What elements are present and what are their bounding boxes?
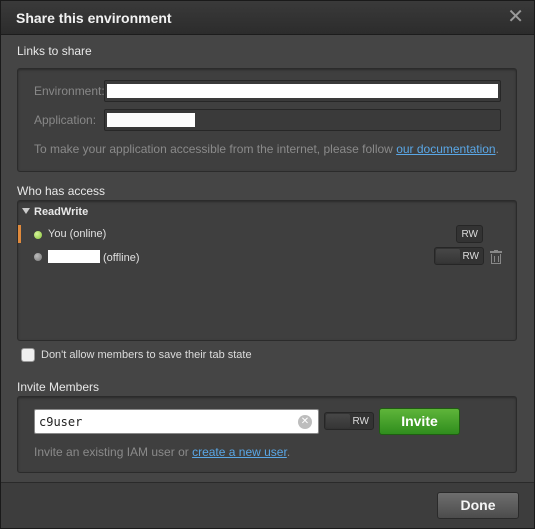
online-status-icon [34, 231, 42, 239]
toggle-knob [436, 249, 460, 263]
member-status-other: (offline) [103, 252, 140, 264]
close-icon[interactable]: ✕ [507, 7, 524, 27]
invite-permission-toggle[interactable]: RW [324, 412, 374, 430]
links-panel: Environment: Application: To make your a… [17, 68, 517, 172]
permission-toggle-other[interactable]: RW [434, 247, 484, 265]
documentation-link[interactable]: our documentation [396, 142, 495, 156]
invite-button[interactable]: Invite [379, 408, 460, 435]
tab-state-checkbox[interactable] [21, 348, 35, 362]
member-name-redacted [48, 250, 100, 263]
environment-label: Environment: [34, 84, 105, 98]
iam-hint-suffix: . [286, 445, 291, 459]
member-row-you[interactable]: You (online) RW [18, 225, 516, 245]
share-dialog: Share this environment ✕ Links to share … [0, 0, 535, 529]
active-row-marker [18, 225, 21, 243]
access-section-label: Who has access [17, 184, 106, 198]
invite-username-field[interactable]: ✕ [34, 409, 319, 434]
invite-section-label: Invite Members [17, 380, 100, 394]
environment-link-redacted [107, 84, 498, 98]
iam-hint-text: Invite an existing IAM user or [34, 445, 193, 459]
environment-link-field[interactable] [104, 80, 501, 102]
dialog-footer: Done [1, 482, 534, 528]
trash-icon[interactable] [490, 250, 502, 264]
clear-input-icon[interactable]: ✕ [298, 415, 312, 429]
permission-badge-you: RW [456, 225, 483, 243]
expand-triangle-icon [22, 208, 30, 214]
iam-hint: Invite an existing IAM user or create a … [34, 445, 290, 459]
application-link-redacted [107, 113, 195, 127]
invite-username-input[interactable] [39, 413, 289, 431]
invite-panel: ✕ RW Invite Invite an existing IAM user … [17, 396, 517, 473]
permission-label-you: RW [461, 229, 478, 240]
done-button[interactable]: Done [437, 492, 519, 519]
documentation-hint: To make your application accessible from… [34, 142, 499, 156]
member-name-other: (offline) [48, 250, 139, 264]
application-link-field[interactable] [104, 109, 501, 131]
application-label: Application: [34, 113, 97, 127]
invite-permission-label: RW [352, 416, 369, 427]
dialog-titlebar: Share this environment ✕ [1, 1, 534, 35]
links-section-label: Links to share [17, 44, 92, 58]
access-panel: ReadWrite You (online) RW (offline) RW [17, 200, 517, 341]
documentation-hint-text: To make your application accessible from… [34, 142, 397, 156]
toggle-knob [326, 414, 350, 428]
member-row-other[interactable]: (offline) RW [18, 247, 516, 267]
tab-state-label: Don't allow members to save their tab st… [41, 349, 252, 361]
readwrite-group[interactable]: ReadWrite [22, 206, 88, 218]
documentation-hint-suffix: . [495, 142, 499, 156]
permission-label-other: RW [462, 251, 479, 262]
create-user-link[interactable]: create a new user [192, 445, 287, 459]
offline-status-icon [34, 253, 42, 261]
dialog-title: Share this environment [16, 10, 172, 26]
member-name-you: You (online) [48, 228, 107, 240]
readwrite-group-label: ReadWrite [34, 206, 89, 218]
